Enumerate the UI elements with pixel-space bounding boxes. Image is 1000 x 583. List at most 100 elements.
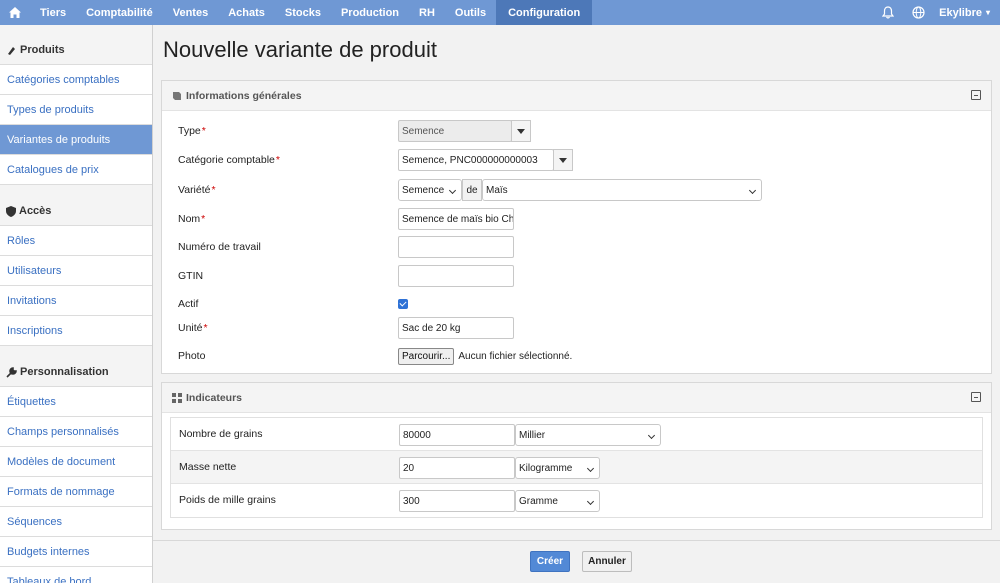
general-info-panel: Informations générales Type * Semence Cat… xyxy=(161,80,992,374)
sidebar-item-variantes-produits[interactable]: Variantes de produits xyxy=(0,124,152,154)
sidebar-item-tableaux-bord[interactable]: Tableaux de bord xyxy=(0,566,152,583)
field-label: Variété xyxy=(178,184,211,196)
indicator-unit-select[interactable]: Kilogramme xyxy=(515,457,600,479)
unite-input-wrap: Sac de 20 kg xyxy=(398,317,514,339)
field-nom: Nom * xyxy=(178,208,205,230)
bell-icon[interactable] xyxy=(873,0,903,25)
home-icon[interactable] xyxy=(0,0,30,25)
nav-comptabilite[interactable]: Comptabilité xyxy=(76,0,163,25)
variete-value: Semence xyxy=(402,184,445,196)
sidebar-item-budgets-internes[interactable]: Budgets internes xyxy=(0,536,152,566)
shield-icon xyxy=(6,205,16,217)
dropdown-button[interactable] xyxy=(553,149,573,171)
indicator-unit-value: Gramme xyxy=(519,495,558,507)
sidebar-section-title: Personnalisation xyxy=(20,366,109,378)
indicator-unit-select[interactable]: Gramme xyxy=(515,490,600,512)
nav-achats[interactable]: Achats xyxy=(218,0,275,25)
nav-stocks[interactable]: Stocks xyxy=(275,0,331,25)
type-select[interactable]: Semence xyxy=(398,120,532,142)
indicator-row: Nombre de grains 80000 Millier xyxy=(171,418,982,451)
categorie-value[interactable]: Semence, PNC000000000003 xyxy=(398,149,554,171)
caret-down-icon xyxy=(559,157,567,163)
nom-input[interactable]: Semence de maïs bio Chap xyxy=(398,208,514,230)
sidebar-section-title: Accès xyxy=(19,205,52,217)
sidebar-item-utilisateurs[interactable]: Utilisateurs xyxy=(0,255,152,285)
wrench-icon xyxy=(6,366,17,378)
sidebar-item-modeles-document[interactable]: Modèles de document xyxy=(0,446,152,476)
required-mark: * xyxy=(211,184,216,196)
sidebar-item-etiquettes[interactable]: Étiquettes xyxy=(0,386,152,416)
nav-tiers[interactable]: Tiers xyxy=(30,0,76,25)
sidebar-item-inscriptions[interactable]: Inscriptions xyxy=(0,315,152,345)
type-value: Semence xyxy=(398,120,512,142)
chevron-down-icon xyxy=(586,497,595,506)
variete-connector: de xyxy=(462,179,482,201)
sidebar-item-formats-nommage[interactable]: Formats de nommage xyxy=(0,476,152,506)
indicator-unit-value: Kilogramme xyxy=(519,462,573,474)
user-menu[interactable]: Ekylibre ▾ xyxy=(933,0,1000,25)
sidebar-section-personnalisation: Personnalisation xyxy=(0,358,152,386)
sidebar-item-categories-comptables[interactable]: Catégories comptables xyxy=(0,64,152,94)
gtin-input[interactable] xyxy=(398,265,514,287)
collapse-icon[interactable] xyxy=(971,90,981,100)
sidebar-section-produits: Produits xyxy=(0,36,152,64)
flask-icon xyxy=(8,46,15,55)
chevron-down-icon xyxy=(647,431,656,440)
indicator-row: Masse nette 20 Kilogramme xyxy=(171,451,982,484)
sidebar-item-roles[interactable]: Rôles xyxy=(0,225,152,255)
browse-button[interactable]: Parcourir... xyxy=(398,347,455,365)
panel-title: Informations générales xyxy=(186,89,302,102)
indicator-unit-value: Millier xyxy=(519,429,546,441)
nom-input-wrap: Semence de maïs bio Chap xyxy=(398,208,514,230)
unite-input[interactable]: Sac de 20 kg xyxy=(398,317,514,339)
required-mark: * xyxy=(201,125,206,137)
create-button[interactable]: Créer xyxy=(530,551,570,572)
sidebar-item-types-produits[interactable]: Types de produits xyxy=(0,94,152,124)
sidebar-item-champs-personnalises[interactable]: Champs personnalisés xyxy=(0,416,152,446)
nav-rh[interactable]: RH xyxy=(409,0,445,25)
sidebar-item-sequences[interactable]: Séquences xyxy=(0,506,152,536)
field-label: Photo xyxy=(178,350,206,362)
indicator-value-input[interactable]: 20 xyxy=(399,457,515,479)
indicator-value-input[interactable]: 80000 xyxy=(399,424,515,446)
chevron-down-icon xyxy=(748,186,757,195)
actif-checkbox[interactable] xyxy=(398,299,408,309)
sidebar-item-invitations[interactable]: Invitations xyxy=(0,285,152,315)
field-label: Actif xyxy=(178,298,199,310)
field-label: Numéro de travail xyxy=(178,241,261,253)
collapse-icon[interactable] xyxy=(971,392,981,402)
field-label: Unité xyxy=(178,322,203,334)
cancel-button[interactable]: Annuler xyxy=(582,551,632,572)
indicators-table: Nombre de grains 80000 Millier Masse net… xyxy=(170,417,983,518)
actif-wrap xyxy=(398,293,408,315)
grid-icon xyxy=(172,392,182,403)
required-mark: * xyxy=(201,213,206,225)
variete-species-select[interactable]: Maïs xyxy=(482,179,762,201)
field-actif: Actif xyxy=(178,293,198,315)
nav-ventes[interactable]: Ventes xyxy=(163,0,218,25)
field-categorie: Catégorie comptable * xyxy=(178,149,280,171)
indicator-value-input[interactable]: 300 xyxy=(399,490,515,512)
numero-input[interactable] xyxy=(398,236,514,258)
page-title: Nouvelle variante de produit xyxy=(163,37,437,62)
chevron-down-icon xyxy=(448,186,457,195)
field-numero: Numéro de travail xyxy=(178,236,261,258)
nav-outils[interactable]: Outils xyxy=(445,0,496,25)
top-navbar: Tiers Comptabilité Ventes Achats Stocks … xyxy=(0,0,1000,25)
field-unite: Unité * xyxy=(178,317,208,339)
dropdown-button[interactable] xyxy=(511,120,531,142)
indicator-label: Poids de mille grains xyxy=(179,494,276,506)
nav-production[interactable]: Production xyxy=(331,0,409,25)
indicator-unit-select[interactable]: Millier xyxy=(515,424,661,446)
nav-configuration[interactable]: Configuration xyxy=(496,0,593,25)
form-actions: Créer Annuler xyxy=(153,540,1000,583)
variete-select[interactable]: Semence xyxy=(398,179,462,201)
sidebar-item-catalogues-prix[interactable]: Catalogues de prix xyxy=(0,154,152,184)
field-variete: Variété * xyxy=(178,179,216,201)
field-label: Type xyxy=(178,125,201,137)
categorie-select[interactable]: Semence, PNC000000000003 xyxy=(398,149,574,171)
globe-icon[interactable] xyxy=(903,0,933,25)
field-gtin: GTIN xyxy=(178,265,203,287)
gtin-input-wrap xyxy=(398,265,514,287)
variete-group: Semence de Maïs xyxy=(398,179,762,201)
